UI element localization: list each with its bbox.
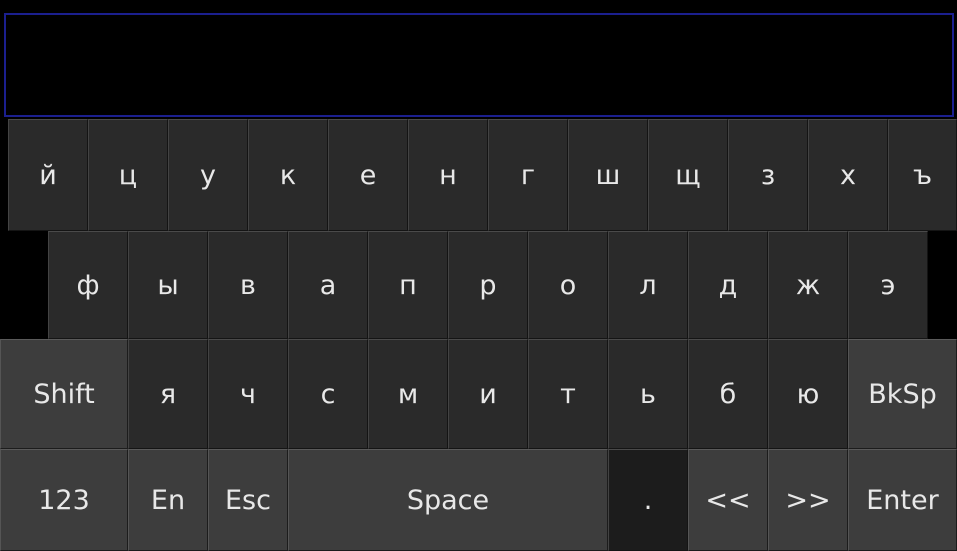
key-letter[interactable]: е: [328, 119, 408, 231]
key-letter[interactable]: ы: [128, 231, 208, 339]
key-letter[interactable]: в: [208, 231, 288, 339]
key-letter[interactable]: а: [288, 231, 368, 339]
key-letter[interactable]: ф: [48, 231, 128, 339]
key-letter[interactable]: г: [488, 119, 568, 231]
keyboard-row-1: й ц у к е н г ш щ з х ъ: [0, 119, 957, 231]
keyboard-row-4: 123 En Esc Space . << >> Enter: [0, 449, 957, 551]
keyboard-row-3: Shift я ч с м и т ь б ю BkSp: [0, 339, 957, 449]
shift-key[interactable]: Shift: [0, 339, 128, 449]
key-letter[interactable]: п: [368, 231, 448, 339]
period-key[interactable]: .: [608, 449, 688, 551]
key-letter[interactable]: я: [128, 339, 208, 449]
virtual-keyboard-screen: й ц у к е н г ш щ з х ъ ф ы в а п р о л …: [0, 0, 957, 551]
backspace-key[interactable]: BkSp: [848, 339, 957, 449]
key-letter[interactable]: л: [608, 231, 688, 339]
cursor-left-key[interactable]: <<: [688, 449, 768, 551]
key-letter[interactable]: и: [448, 339, 528, 449]
key-letter[interactable]: ж: [768, 231, 848, 339]
language-key[interactable]: En: [128, 449, 208, 551]
key-letter[interactable]: з: [728, 119, 808, 231]
key-letter[interactable]: р: [448, 231, 528, 339]
key-letter[interactable]: щ: [648, 119, 728, 231]
key-letter[interactable]: й: [8, 119, 88, 231]
key-letter[interactable]: ч: [208, 339, 288, 449]
escape-key[interactable]: Esc: [208, 449, 288, 551]
keyboard: й ц у к е н г ш щ з х ъ ф ы в а п р о л …: [0, 119, 957, 551]
key-letter[interactable]: ю: [768, 339, 848, 449]
key-letter[interactable]: ц: [88, 119, 168, 231]
key-letter[interactable]: о: [528, 231, 608, 339]
key-letter[interactable]: х: [808, 119, 888, 231]
key-letter[interactable]: д: [688, 231, 768, 339]
key-letter[interactable]: т: [528, 339, 608, 449]
numbers-key[interactable]: 123: [0, 449, 128, 551]
text-input-area[interactable]: [4, 13, 954, 117]
space-key[interactable]: Space: [288, 449, 608, 551]
key-letter[interactable]: э: [848, 231, 928, 339]
key-letter[interactable]: ь: [608, 339, 688, 449]
key-letter[interactable]: у: [168, 119, 248, 231]
key-letter[interactable]: ъ: [888, 119, 957, 231]
key-letter[interactable]: б: [688, 339, 768, 449]
key-letter[interactable]: м: [368, 339, 448, 449]
key-letter[interactable]: ш: [568, 119, 648, 231]
key-letter[interactable]: н: [408, 119, 488, 231]
enter-key[interactable]: Enter: [848, 449, 957, 551]
cursor-right-key[interactable]: >>: [768, 449, 848, 551]
key-letter[interactable]: к: [248, 119, 328, 231]
key-letter[interactable]: с: [288, 339, 368, 449]
keyboard-row-2: ф ы в а п р о л д ж э: [0, 231, 957, 339]
